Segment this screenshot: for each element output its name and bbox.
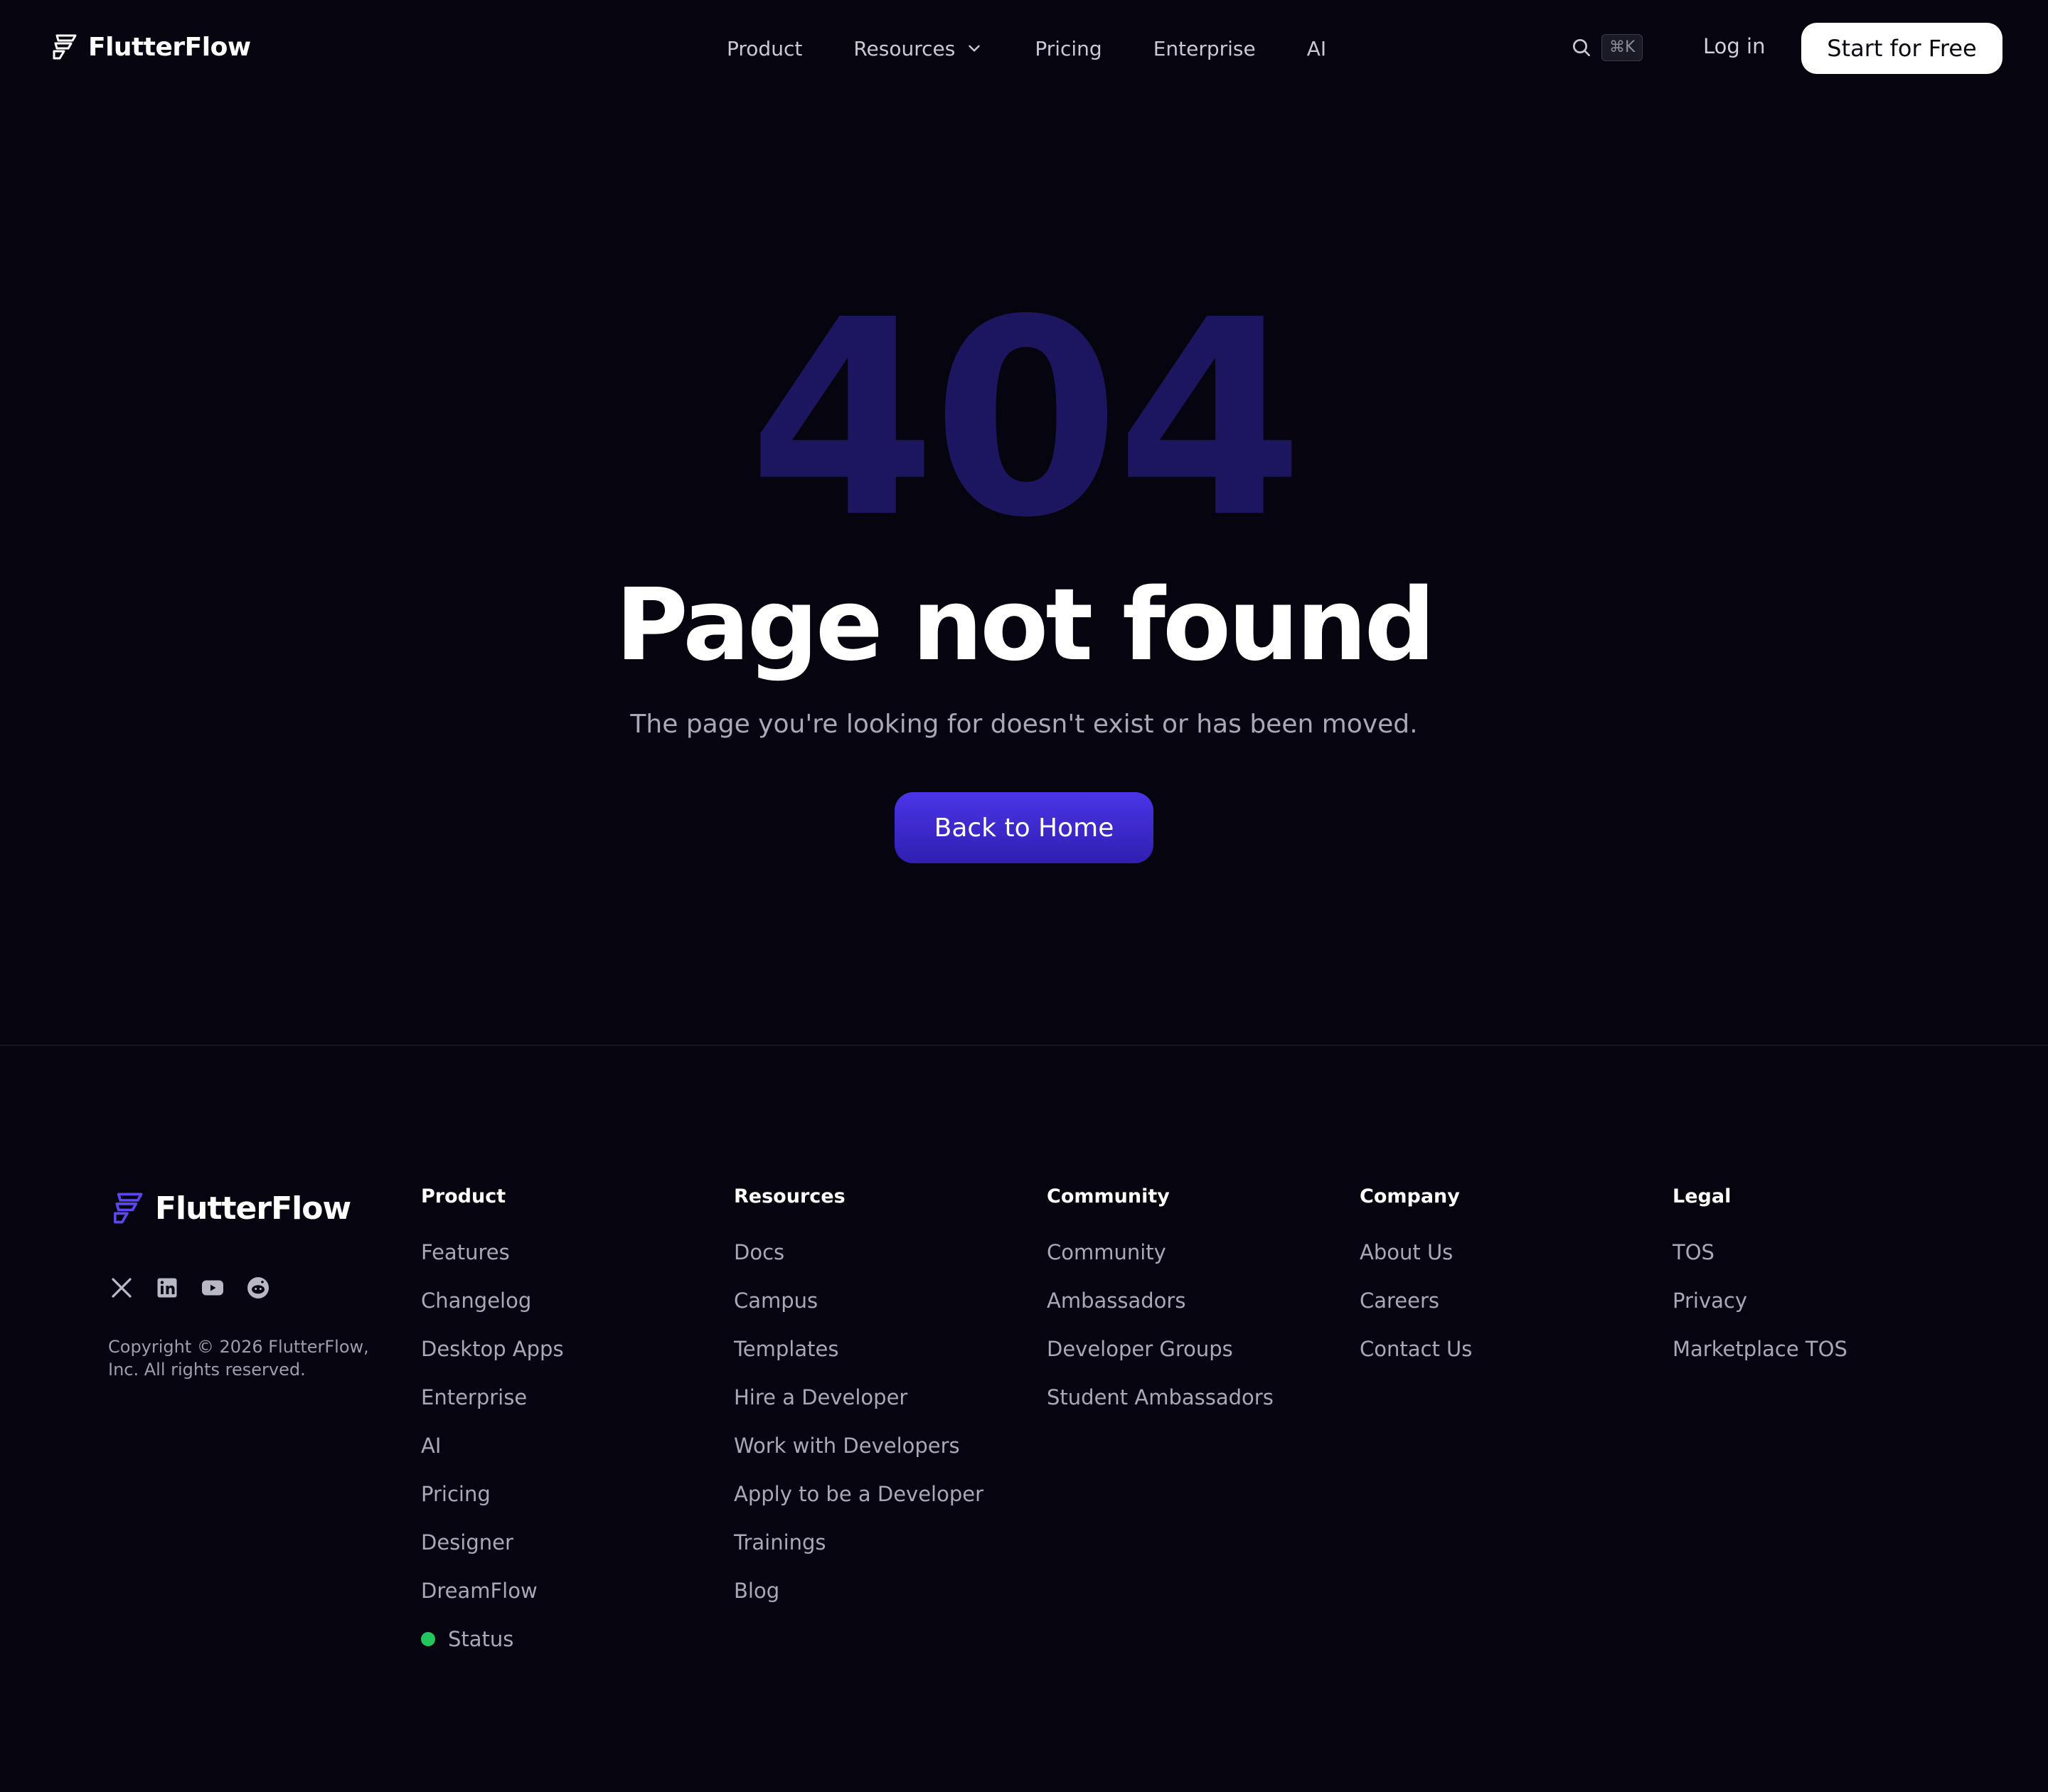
flutterflow-logo-icon bbox=[113, 1193, 143, 1224]
linkedin-icon bbox=[157, 1278, 177, 1298]
nav-pricing[interactable]: Pricing bbox=[1035, 37, 1102, 60]
footer-link-community[interactable]: Community bbox=[1047, 1240, 1274, 1289]
footer-link-docs[interactable]: Docs bbox=[734, 1240, 983, 1289]
youtube-link[interactable] bbox=[199, 1274, 226, 1301]
footer-col-legal: Legal TOS Privacy Marketplace TOS bbox=[1673, 1185, 1847, 1385]
footer-link-templates[interactable]: Templates bbox=[734, 1337, 983, 1385]
social-links bbox=[108, 1274, 272, 1301]
logo[interactable]: FlutterFlow bbox=[48, 31, 251, 63]
section-divider bbox=[0, 1045, 2048, 1046]
copyright: Copyright © 2026 FlutterFlow, Inc. All r… bbox=[108, 1337, 369, 1380]
nav-enterprise-label: Enterprise bbox=[1153, 36, 1256, 60]
footer-col-title: Community bbox=[1047, 1185, 1170, 1207]
footer-link-desktop-apps[interactable]: Desktop Apps bbox=[421, 1337, 564, 1385]
nav-ai[interactable]: AI bbox=[1307, 37, 1326, 60]
footer-link-about-us[interactable]: About Us bbox=[1360, 1240, 1472, 1289]
footer-col-company: Company About Us Careers Contact Us bbox=[1360, 1185, 1472, 1385]
back-to-home-button[interactable]: Back to Home bbox=[895, 792, 1153, 863]
nav-links: Product Resources Pricing Enterprise AI bbox=[727, 31, 1326, 65]
footer-link-marketplace-tos[interactable]: Marketplace TOS bbox=[1673, 1337, 1847, 1385]
footer-link-pricing[interactable]: Pricing bbox=[421, 1482, 564, 1530]
nav-product[interactable]: Product bbox=[727, 37, 802, 60]
flutterflow-logo-icon bbox=[53, 34, 77, 60]
footer-link-campus[interactable]: Campus bbox=[734, 1289, 983, 1337]
footer-link-dreamflow[interactable]: DreamFlow bbox=[421, 1579, 564, 1627]
nav-resources[interactable]: Resources bbox=[853, 37, 983, 60]
footer-link-designer[interactable]: Designer bbox=[421, 1530, 564, 1579]
footer-col-title: Product bbox=[421, 1185, 506, 1207]
page-subtitle: The page you're looking for doesn't exis… bbox=[630, 710, 1418, 739]
footer-link-ambassadors[interactable]: Ambassadors bbox=[1047, 1289, 1274, 1337]
nav-ai-label: AI bbox=[1306, 36, 1327, 60]
footer-link-student-ambassadors[interactable]: Student Ambassadors bbox=[1047, 1385, 1274, 1434]
footer-col-product: Product Features Changelog Desktop Apps … bbox=[421, 1185, 564, 1675]
top-nav: FlutterFlow Product Resources Pricing En… bbox=[0, 0, 2048, 97]
footer-link-ai[interactable]: AI bbox=[421, 1434, 564, 1482]
youtube-icon bbox=[202, 1280, 223, 1296]
footer-link-enterprise[interactable]: Enterprise bbox=[421, 1385, 564, 1434]
reddit-link[interactable] bbox=[245, 1274, 272, 1301]
footer-link-status-label: Status bbox=[448, 1627, 514, 1651]
login-link[interactable]: Log in bbox=[1703, 34, 1765, 58]
footer-link-privacy[interactable]: Privacy bbox=[1673, 1289, 1847, 1337]
footer-link-trainings[interactable]: Trainings bbox=[734, 1530, 983, 1579]
footer-logo-text: FlutterFlow bbox=[155, 1190, 351, 1227]
status-indicator bbox=[421, 1632, 435, 1646]
x-icon bbox=[112, 1278, 132, 1298]
footer-link-work-with-developers[interactable]: Work with Developers bbox=[734, 1434, 983, 1482]
footer-link-apply-developer[interactable]: Apply to be a Developer bbox=[734, 1482, 983, 1530]
footer-link-features[interactable]: Features bbox=[421, 1240, 564, 1289]
reddit-icon bbox=[247, 1277, 269, 1298]
nav-product-label: Product bbox=[727, 36, 803, 60]
linkedin-link[interactable] bbox=[154, 1274, 181, 1301]
search-button[interactable]: ⌘K bbox=[1570, 34, 1643, 61]
footer-col-community: Community Community Ambassadors Develope… bbox=[1047, 1185, 1274, 1434]
footer-link-developer-groups[interactable]: Developer Groups bbox=[1047, 1337, 1274, 1385]
footer-col-resources: Resources Docs Campus Templates Hire a D… bbox=[734, 1185, 983, 1627]
logo-text: FlutterFlow bbox=[88, 32, 251, 62]
search-icon bbox=[1573, 39, 1590, 56]
footer-col-title: Legal bbox=[1673, 1185, 1732, 1207]
x-link[interactable] bbox=[108, 1274, 135, 1301]
nav-pricing-label: Pricing bbox=[1035, 36, 1102, 60]
nav-resources-label: Resources bbox=[853, 36, 956, 60]
footer-link-contact-us[interactable]: Contact Us bbox=[1360, 1337, 1472, 1385]
page-title: Page not found bbox=[615, 567, 1435, 683]
nav-enterprise[interactable]: Enterprise bbox=[1153, 37, 1256, 60]
footer-link-tos[interactable]: TOS bbox=[1673, 1240, 1847, 1289]
footer-link-blog[interactable]: Blog bbox=[734, 1579, 983, 1627]
search-shortcut-badge: ⌘K bbox=[1601, 34, 1643, 61]
footer-col-title: Company bbox=[1360, 1185, 1460, 1207]
footer-logo[interactable]: FlutterFlow bbox=[108, 1189, 351, 1227]
footer-link-status[interactable]: Status bbox=[421, 1627, 564, 1675]
error-code: 404 bbox=[748, 262, 1303, 577]
footer-link-careers[interactable]: Careers bbox=[1360, 1289, 1472, 1337]
start-for-free-button[interactable]: Start for Free bbox=[1801, 23, 2002, 74]
chevron-down-icon bbox=[969, 45, 981, 52]
footer-link-changelog[interactable]: Changelog bbox=[421, 1289, 564, 1337]
footer-link-hire-developer[interactable]: Hire a Developer bbox=[734, 1385, 983, 1434]
footer-col-title: Resources bbox=[734, 1185, 846, 1207]
